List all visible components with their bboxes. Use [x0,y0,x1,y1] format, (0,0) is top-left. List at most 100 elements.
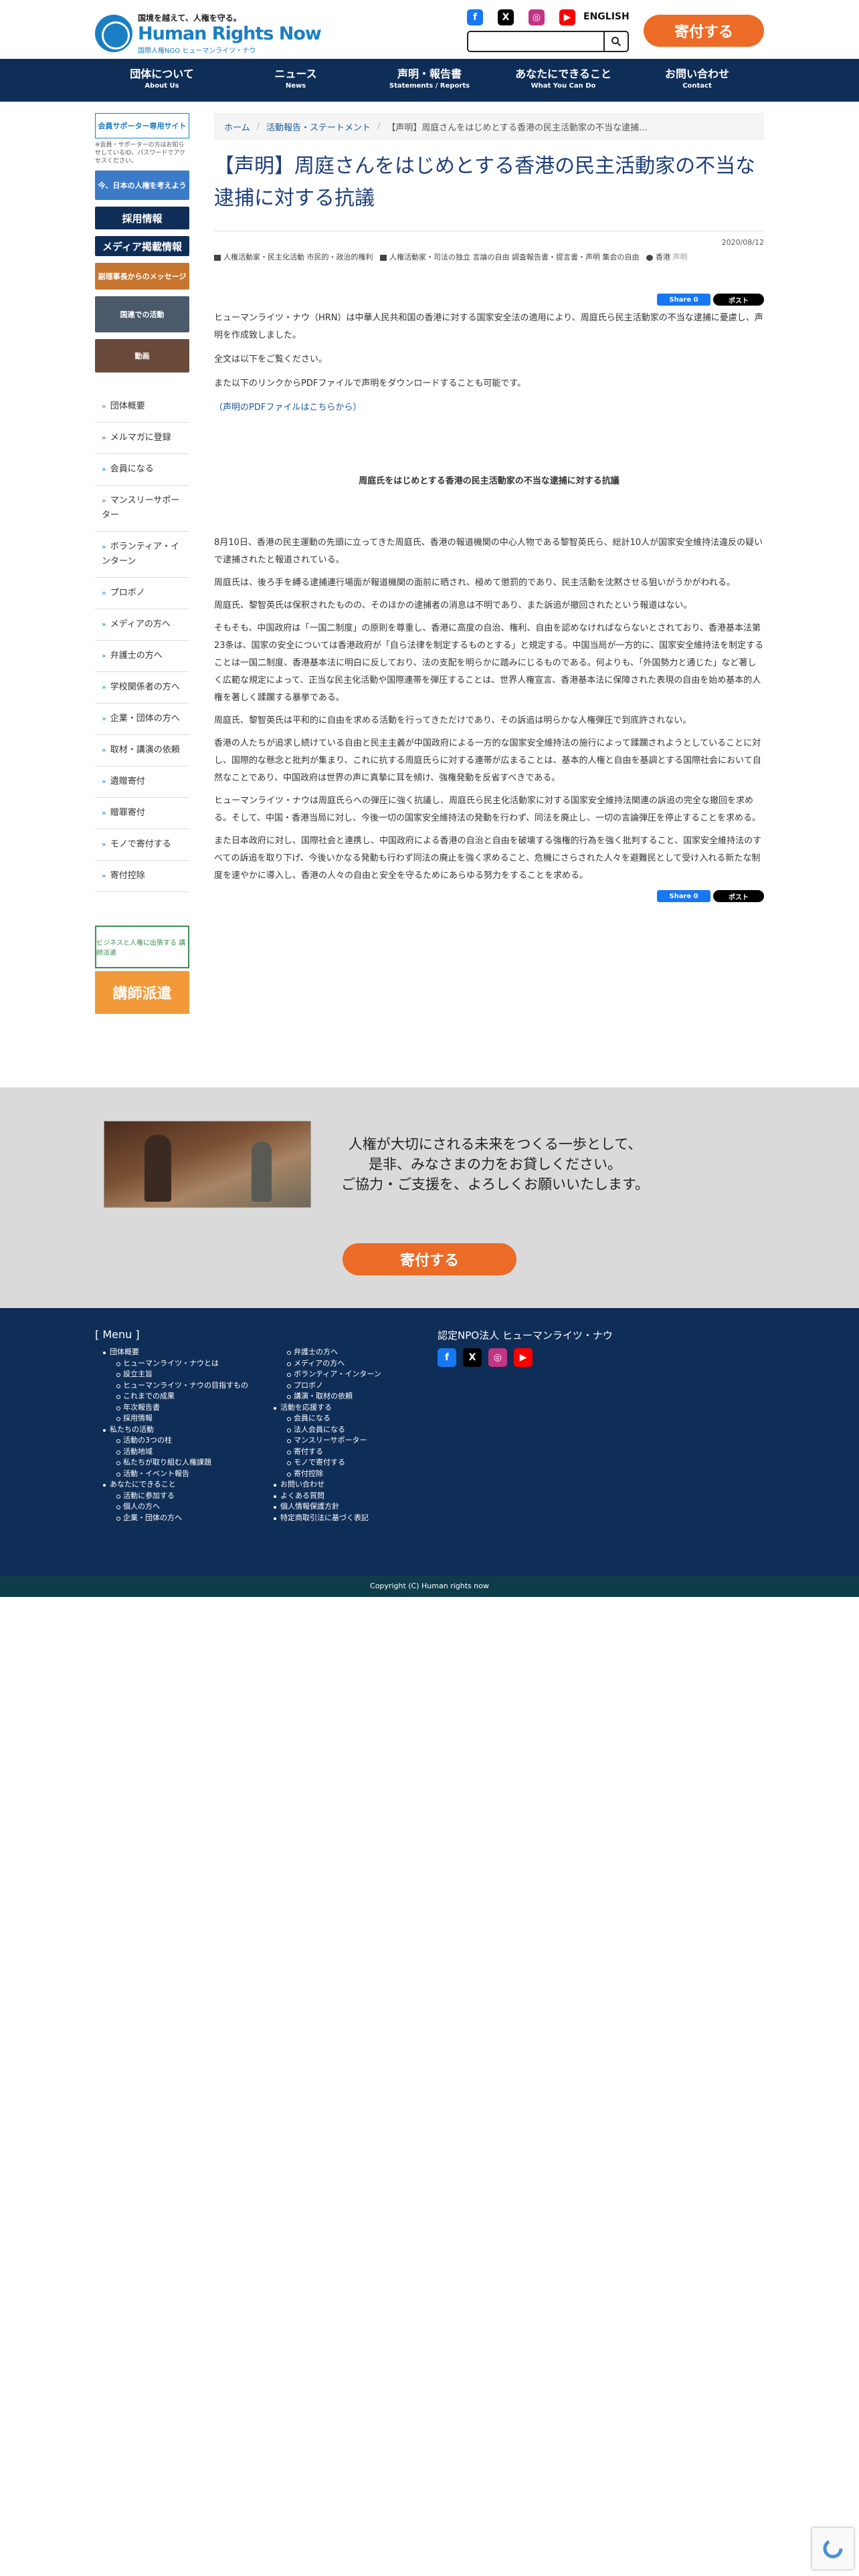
sidebar-nav-item[interactable]: » 贈罪寄付 [95,798,189,829]
sidebar-nav-item[interactable]: » 寄付控除 [95,861,189,892]
article-body: ヒューマンライツ・ナウ（HRN）は中華人民共和国の香港に対する国家安全法の適用に… [214,310,764,885]
x-post-button[interactable]: ポスト [713,890,764,902]
instagram-icon[interactable]: ◎ [488,1348,507,1367]
nav-item-0[interactable]: 団体について About Us [95,59,229,102]
site-header: 国境を越えて、人権を守る。 Human Rights Now 国際人権NGO ヒ… [95,0,764,59]
sidebar-nav-item[interactable]: » 会員になる [95,454,189,486]
footer-menu-item[interactable]: 活動に参加する [95,1491,248,1502]
nav-item-sublabel: What You Can Do [531,82,596,90]
post-region[interactable]: 香港 [656,253,670,261]
footer-menu-item[interactable]: よくある質問 [266,1491,381,1502]
search-button[interactable] [603,32,628,51]
footer-menu-item[interactable]: 個人の方へ [95,1501,248,1513]
sidebar-nav-item[interactable]: » メディアの方へ [95,609,189,641]
facebook-share-button[interactable]: Share 0 [657,890,710,902]
cta-donate-button[interactable]: 寄付する [343,1243,516,1275]
footer-menu-item[interactable]: お問い合わせ [266,1479,381,1491]
sidebar-nav-item[interactable]: » 団体概要 [95,391,189,423]
footer-menu-item[interactable]: 活動の3つの柱 [95,1435,248,1446]
nav-item-1[interactable]: ニュース News [229,59,363,102]
footer-menu-item[interactable]: メディアの方へ [266,1358,381,1370]
instagram-icon[interactable]: ◎ [529,9,545,25]
sidebar-banner[interactable]: メディア掲載情報 [95,236,189,256]
statement-paragraphs: 8月10日、香港の民主運動の先頭に立ってきた周庭氏、香港の報道機関の中心人物であ… [214,534,764,885]
sidebar-nav-label: 会員になる [110,464,154,474]
sidebar-nav-item[interactable]: » メルマガに登録 [95,423,189,454]
pdf-download-link[interactable]: （声明のPDFファイルはこちらから） [214,403,361,413]
footer-menu-item[interactable]: 活動・イベント報告 [95,1469,248,1480]
footer-menu-item[interactable]: これまでの成果 [95,1391,248,1402]
post-type[interactable]: 声明 [673,253,688,261]
sidebar-nav-item[interactable]: » 遺贈寄付 [95,766,189,798]
sidebar-nav-item[interactable]: » マンスリーサポーター [95,486,189,532]
breadcrumb-section[interactable]: 活動報告・ステートメント [266,120,371,133]
sidebar-nav-label: 学校関係者の方へ [110,682,180,692]
sidebar-nav-item[interactable]: » モノで寄付する [95,829,189,861]
footer-menu-item[interactable]: 活動を応援する [266,1402,381,1414]
post-tags[interactable]: 人権活動家・司法の独立 言論の自由 調査報告書・提言書・声明 集会の自由 [389,253,640,261]
facebook-icon[interactable]: f [438,1348,456,1367]
supporter-site-link[interactable]: 会員サポーター専用サイト [95,113,189,138]
sidebar-banner[interactable]: 今、日本の人権を考えよう [95,171,189,200]
youtube-icon[interactable]: ▶ [559,9,575,25]
nav-item-3[interactable]: あなたにできること What You Can Do [496,59,630,102]
donate-button[interactable]: 寄付する [644,15,764,47]
facebook-share-button[interactable]: Share 0 [657,294,710,306]
footer-menu-item[interactable]: 採用情報 [95,1413,248,1424]
donation-cta: 人権が大切にされる未来をつくる一歩として、 是非、みなさまの力をお貸しください。… [0,1087,859,1308]
sidebar-nav-item[interactable]: » 弁護士の方へ [95,641,189,672]
footer-menu-item[interactable]: 企業・団体の方へ [95,1513,248,1524]
footer-menu-item[interactable]: 弁護士の方へ [266,1347,381,1358]
sidebar-nav-label: 弁護士の方へ [110,651,163,661]
sidebar-nav-item[interactable]: » ボランティア・インターン [95,532,189,578]
english-link[interactable]: ENGLISH [583,11,630,22]
footer-menu-item[interactable]: モノで寄付する [266,1457,381,1469]
sidebar-nav-item[interactable]: » プロボノ [95,578,189,609]
footer-menu-item[interactable]: プロボノ [266,1380,381,1392]
sidebar-nav-item[interactable]: » 学校関係者の方へ [95,672,189,704]
footer-menu-item[interactable]: ボランティア・インターン [266,1369,381,1380]
footer-menu-item[interactable]: 個人情報保護方針 [266,1501,381,1513]
footer-menu-item[interactable]: 会員になる [266,1413,381,1424]
promo-lecturer[interactable]: 講師派遣 [95,971,189,1014]
footer-menu-item[interactable]: 設立主旨 [95,1369,248,1380]
x-post-button[interactable]: ポスト [713,294,764,306]
x-icon[interactable]: X [463,1348,482,1367]
nav-item-4[interactable]: お問い合わせ Contact [630,59,764,102]
footer-menu-item[interactable]: ヒューマンライツ・ナウの目指すもの [95,1380,248,1392]
supporter-note: ※会員・サポーターの方はお知らせしているID、パスワードでアクセスください。 [95,142,185,165]
breadcrumb-home[interactable]: ホーム [224,120,250,133]
facebook-icon[interactable]: f [467,9,483,25]
sidebar-nav-item[interactable]: » 取材・講演の依頼 [95,735,189,766]
site-logo[interactable]: 国境を越えて、人権を守る。 Human Rights Now 国際人権NGO ヒ… [95,12,322,55]
footer-menu-item[interactable]: 団体概要 [95,1347,248,1358]
logo-mark-icon [95,15,132,52]
footer-menu-item[interactable]: 特定商取引法に基づく表記 [266,1513,381,1524]
sidebar-banner[interactable]: 動画 [95,339,189,372]
nav-item-2[interactable]: 声明・報告書 Statements / Reports [363,59,496,102]
youtube-icon[interactable]: ▶ [514,1348,533,1367]
recaptcha-badge[interactable] [812,2528,854,2569]
footer-menu-item[interactable]: 私たちの活動 [95,1424,248,1436]
sidebar-banner[interactable]: 副理事長からのメッセージ [95,263,189,290]
intro-paragraph: ヒューマンライツ・ナウ（HRN）は中華人民共和国の香港に対する国家安全法の適用に… [214,313,763,340]
footer-menu-item[interactable]: 寄付控除 [266,1469,381,1480]
search-input[interactable] [468,32,603,51]
sidebar-nav-item[interactable]: » 企業・団体の方へ [95,704,189,735]
footer-menu-item[interactable]: 講演・取材の依頼 [266,1391,381,1402]
footer-menu-item[interactable]: 年次報告書 [95,1402,248,1414]
footer-menu-item[interactable]: 寄付する [266,1446,381,1458]
footer-menu-item[interactable]: 法人会員になる [266,1424,381,1436]
post-categories[interactable]: 人権活動家・民主化活動 市民的・政治的権利 [223,253,373,261]
footer-menu-item[interactable]: あなたにできること [95,1479,248,1491]
x-icon[interactable]: X [498,9,514,25]
sidebar-banner[interactable]: 採用情報 [95,207,189,229]
footer-menu-item[interactable]: 私たちが取り組む人権課題 [95,1457,248,1469]
footer-menu-item[interactable]: ヒューマンライツ・ナウとは [95,1358,248,1370]
footer-menu-item[interactable]: マンスリーサポーター [266,1435,381,1446]
nav-item-label: 団体について [130,68,194,80]
sidebar-nav-label: 取材・講演の依頼 [110,745,180,755]
promo-lecturer-business[interactable]: ビジネスと人権に出張する 講師派遣 [95,926,189,968]
sidebar-banner[interactable]: 国連での活動 [95,296,189,332]
footer-menu-item[interactable]: 活動地域 [95,1446,248,1458]
